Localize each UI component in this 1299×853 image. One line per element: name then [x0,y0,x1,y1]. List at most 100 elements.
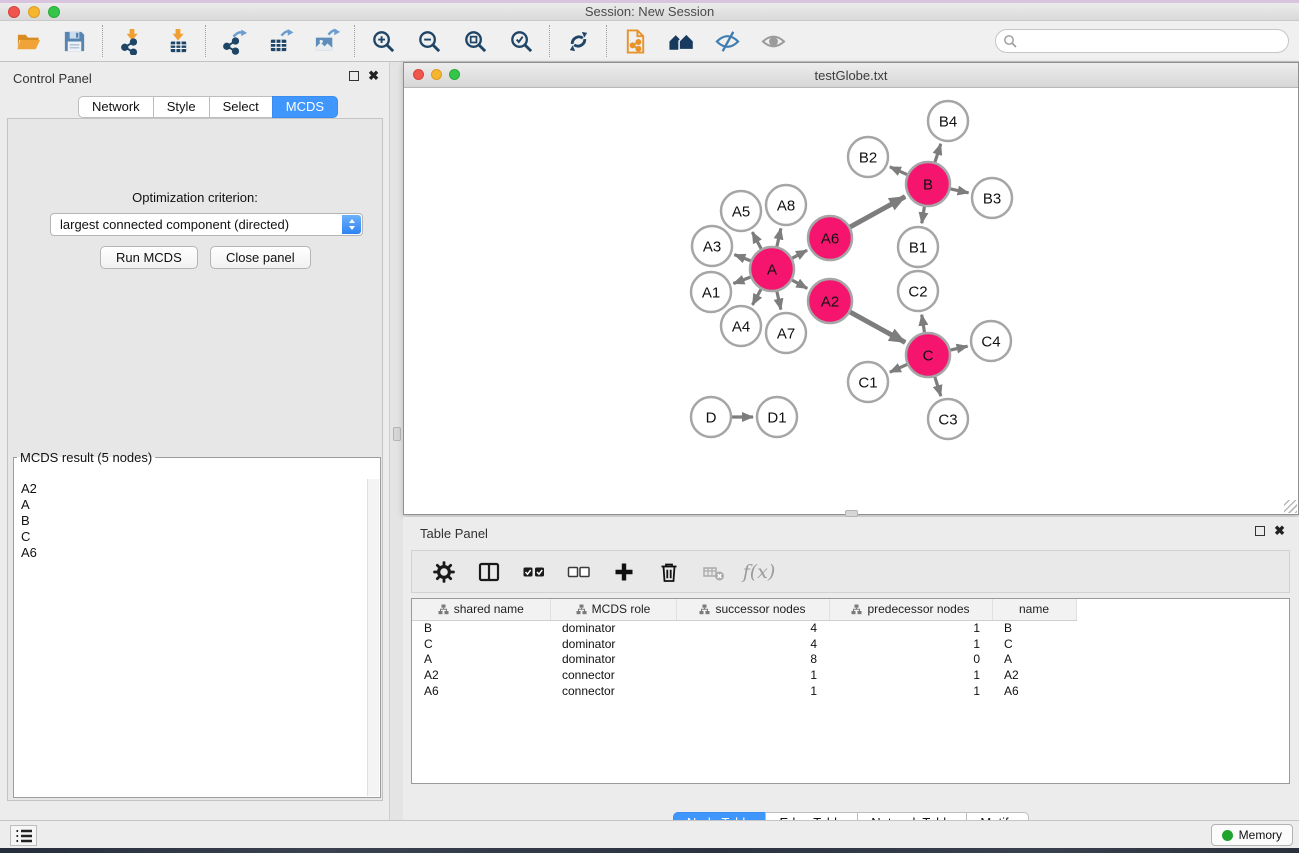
graph-edge-A6-B[interactable] [850,197,905,227]
zoom-selected-button[interactable] [505,25,537,57]
save-session-button[interactable] [58,25,90,57]
graph-edge-A-A8[interactable] [777,228,781,246]
graph-edge-B-B1[interactable] [922,207,925,224]
graph-node-C3[interactable]: C3 [928,399,968,439]
mcds-result-item[interactable]: A [21,497,367,513]
import-network-button[interactable] [115,25,147,57]
graph-node-B1[interactable]: B1 [898,227,938,267]
memory-button[interactable]: Memory [1211,824,1293,846]
network-window-titlebar[interactable]: testGlobe.txt [404,63,1298,88]
import-table-button[interactable] [161,25,193,57]
graph-node-A[interactable]: A [750,247,794,291]
column-header-successor-nodes[interactable]: successor nodes [676,599,829,620]
graph-edge-C-C1[interactable] [890,364,907,372]
table-row[interactable]: Adominator80A [412,651,1076,667]
graph-edge-A-A7[interactable] [777,291,781,309]
graph-node-A3[interactable]: A3 [692,226,732,266]
graph-edge-A-A1[interactable] [733,277,750,283]
show-column-panel-button[interactable] [475,558,503,586]
export-table-button[interactable] [264,25,296,57]
float-table-panel-icon[interactable] [1255,526,1265,536]
tab-select[interactable]: Select [209,96,273,118]
graph-node-A2[interactable]: A2 [808,279,852,323]
graph-edge-C-C4[interactable] [950,346,967,350]
select-all-columns-button[interactable] [520,558,548,586]
mcds-result-item[interactable]: A6 [21,545,367,561]
graph-node-C[interactable]: C [906,333,950,377]
tab-network[interactable]: Network [78,96,154,118]
graph-node-D1[interactable]: D1 [757,397,797,437]
new-network-from-selection-button[interactable] [619,25,651,57]
mcds-result-item[interactable]: A2 [21,481,367,497]
graph-edge-B-B2[interactable] [890,167,907,175]
graph-node-D[interactable]: D [691,397,731,437]
zoom-fit-button[interactable] [459,25,491,57]
graph-edge-A-A5[interactable] [752,232,761,249]
graph-edge-A-A4[interactable] [752,289,761,305]
table-row[interactable]: Bdominator41B [412,620,1076,636]
close-panel-icon[interactable]: ✖ [368,71,379,81]
column-header-shared-name[interactable]: shared name [412,599,550,620]
graph-node-A8[interactable]: A8 [766,185,806,225]
float-panel-icon[interactable] [349,71,359,81]
tab-style[interactable]: Style [153,96,210,118]
graph-edge-C-C3[interactable] [935,377,941,396]
column-header-name[interactable]: name [992,599,1076,620]
home-button[interactable] [665,25,697,57]
table-row[interactable]: A2connector11A2 [412,667,1076,683]
table-settings-button[interactable] [430,558,458,586]
delete-column-button[interactable] [700,558,728,586]
tab-mcds[interactable]: MCDS [272,96,338,118]
graph-edge-A-A2[interactable] [792,280,807,288]
delete-button[interactable] [655,558,683,586]
graph-node-A7[interactable]: A7 [766,313,806,353]
graph-edge-C-C2[interactable] [922,315,925,333]
graph-edge-A-A3[interactable] [734,255,750,261]
create-column-button[interactable] [610,558,638,586]
graph-node-C4[interactable]: C4 [971,321,1011,361]
close-panel-button[interactable]: Close panel [210,246,311,269]
column-header-predecessor-nodes[interactable]: predecessor nodes [829,599,992,620]
hide-selected-icon [714,28,741,55]
export-network-button[interactable] [218,25,250,57]
table-row[interactable]: A6connector11A6 [412,683,1076,699]
graph-edge-A2-C[interactable] [850,312,905,342]
graph-node-A5[interactable]: A5 [721,191,761,231]
graph-edge-B-B3[interactable] [950,189,968,193]
deselect-all-columns-button[interactable] [565,558,593,586]
mcds-result-item[interactable]: B [21,513,367,529]
result-scrollbar[interactable] [367,479,379,796]
function-builder-button[interactable]: f(x) [745,558,773,586]
open-file-button[interactable] [12,25,44,57]
graph-node-C2[interactable]: C2 [898,271,938,311]
zoom-out-button[interactable] [413,25,445,57]
mcds-result-item[interactable]: C [21,529,367,545]
graph-node-B2[interactable]: B2 [848,137,888,177]
zoom-in-button[interactable] [367,25,399,57]
close-table-panel-icon[interactable]: ✖ [1274,526,1285,536]
graph-edge-A-A6[interactable] [792,250,807,258]
show-all-button[interactable] [757,25,789,57]
graph-edge-B-B4[interactable] [935,144,941,162]
graph-node-A4[interactable]: A4 [721,306,761,346]
run-mcds-button[interactable]: Run MCDS [100,246,198,269]
window-resize-grip[interactable] [1284,500,1297,513]
graph-node-C1[interactable]: C1 [848,362,888,402]
column-header-mcds-role[interactable]: MCDS role [550,599,676,620]
optimization-criterion-select[interactable]: largest connected component (directed) [50,213,363,236]
graph-node-A6[interactable]: A6 [808,216,852,260]
search-input[interactable] [995,29,1289,53]
network-canvas[interactable]: B4 B2 B B3 B1 A5A8A6 A3 A A1 A2 C2 A4A7 C4 C C1 C3 D D1 [404,88,1298,514]
graph-node-B[interactable]: B [906,162,950,206]
export-image-button[interactable] [310,25,342,57]
vertical-split-handle[interactable] [393,427,401,441]
graph-node-B3[interactable]: B3 [972,178,1012,218]
graph-node-B4[interactable]: B4 [928,101,968,141]
graph-node-label: C4 [981,334,1000,351]
task-history-button[interactable] [10,825,37,846]
graph-node-A1[interactable]: A1 [691,272,731,312]
horizontal-split-handle[interactable] [845,510,858,517]
table-row[interactable]: Cdominator41C [412,636,1076,652]
apply-layout-button[interactable] [562,25,594,57]
hide-selected-button[interactable] [711,25,743,57]
